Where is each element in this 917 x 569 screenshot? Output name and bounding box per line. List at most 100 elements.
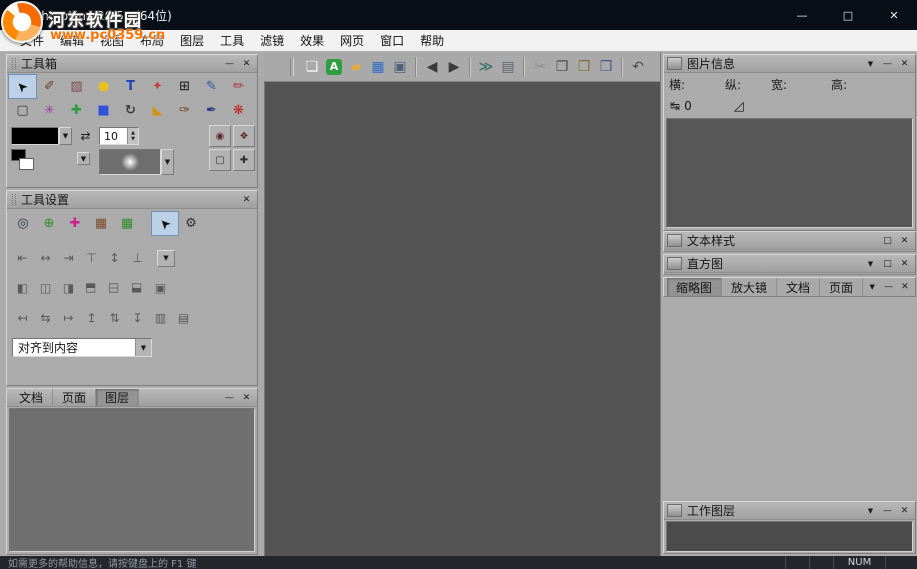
histogram-dropdown[interactable]: ▼ xyxy=(863,257,878,271)
menu-item[interactable]: 工具 xyxy=(212,30,252,51)
align-center-h-icon[interactable]: ↔ xyxy=(34,249,57,267)
tab-thumbnail[interactable]: 缩略图 xyxy=(667,278,723,296)
tab-page[interactable]: 页面 xyxy=(820,278,864,296)
browse-images-icon[interactable]: ▦ xyxy=(367,55,389,79)
text-style-restore-button[interactable]: □ xyxy=(880,234,895,248)
color-mode-dropdown[interactable]: ▼ xyxy=(77,152,90,165)
marquee-tool-icon[interactable]: ▢ xyxy=(9,99,36,122)
brush-size-input[interactable]: 10 ▲ ▼ xyxy=(99,127,139,145)
image-mode-icon[interactable]: ▦ xyxy=(88,212,114,235)
align-right-edge-icon[interactable]: ⇥ xyxy=(57,249,80,267)
align-objects-top-icon[interactable]: ◧ xyxy=(80,279,103,297)
align-objects-center-h-icon[interactable]: ◫ xyxy=(34,279,57,297)
pen-tool-icon[interactable]: ✎ xyxy=(198,75,225,98)
align-objects-right-icon[interactable]: ◨ xyxy=(57,279,80,297)
view-tabs-dropdown[interactable]: ▼ xyxy=(865,280,879,294)
select-mode-icon[interactable]: ➤ xyxy=(151,211,179,236)
minimize-button[interactable]: — xyxy=(779,0,825,30)
tab-page[interactable]: 页面 xyxy=(53,389,97,406)
align-mode-select[interactable]: 对齐到内容 ▼ xyxy=(12,338,152,357)
menu-item[interactable]: 编辑 xyxy=(52,30,92,51)
view-tabs-close-button[interactable]: ✕ xyxy=(898,280,912,294)
toolbar-grip[interactable] xyxy=(290,57,294,76)
rotate-tool-icon[interactable]: ↻ xyxy=(117,99,144,122)
align-objects-both-icon[interactable]: ▣ xyxy=(149,279,172,297)
brush-preview[interactable] xyxy=(99,149,161,175)
color-ball-tool-icon[interactable]: ● xyxy=(90,75,117,98)
color-picker-tool-icon[interactable]: ✚ xyxy=(63,99,90,122)
toolbox-close-button[interactable]: ✕ xyxy=(239,57,254,71)
align-top-edge-icon[interactable]: ⊤ xyxy=(80,249,103,267)
align-objects-bottom-icon[interactable]: ◨ xyxy=(126,279,149,297)
new-document-icon[interactable]: ❏ xyxy=(301,55,323,79)
snap-toggle-icon[interactable]: ✚ xyxy=(233,149,255,171)
new-image-icon[interactable]: A xyxy=(323,55,345,79)
work-layers-minimize-button[interactable]: — xyxy=(880,504,895,518)
target-mode-icon[interactable]: ⊕ xyxy=(36,212,62,235)
image-info-minimize-button[interactable]: — xyxy=(880,57,895,71)
brush-tool-icon[interactable]: ✑ xyxy=(171,99,198,122)
align-left-edge-icon[interactable]: ⇤ xyxy=(11,249,34,267)
open-file-icon[interactable]: ▰ xyxy=(345,55,367,79)
settings-gear-icon[interactable]: ⚙ xyxy=(178,212,204,235)
magic-wand-tool-icon[interactable]: ✳ xyxy=(36,99,63,122)
image-info-dropdown[interactable]: ▼ xyxy=(863,57,878,71)
distribute-bottom-icon[interactable]: ↧ xyxy=(126,309,149,327)
back-icon[interactable]: ◀ xyxy=(421,55,443,79)
select-tool-icon[interactable]: ➤ xyxy=(8,74,37,99)
image-info-close-button[interactable]: ✕ xyxy=(897,57,912,71)
grid-mode-icon[interactable]: ▦ xyxy=(114,212,140,235)
transform-tool-icon[interactable]: ✦ xyxy=(144,75,171,98)
crop-tool-icon[interactable]: ⊞ xyxy=(171,75,198,98)
menu-item[interactable]: 帮助 xyxy=(412,30,452,51)
document-panel-minimize-button[interactable]: — xyxy=(222,391,237,405)
work-layers-close-button[interactable]: ✕ xyxy=(897,504,912,518)
menu-item[interactable]: 图层 xyxy=(172,30,212,51)
calligraphy-pen-tool-icon[interactable]: ✒ xyxy=(198,99,225,122)
view-tabs-minimize-button[interactable]: — xyxy=(881,280,895,294)
align-center-v-icon[interactable]: ↕ xyxy=(103,249,126,267)
menu-item[interactable]: 滤镜 xyxy=(252,30,292,51)
layer-visibility-toggle-icon[interactable]: ◉ xyxy=(209,125,231,147)
save-icon[interactable]: ▣ xyxy=(389,55,411,79)
distribute-h-icon[interactable]: ⇆ xyxy=(34,309,57,327)
histogram-close-button[interactable]: ✕ xyxy=(897,257,912,271)
toolbox-minimize-button[interactable]: — xyxy=(222,57,237,71)
distribute-right-icon[interactable]: ↦ xyxy=(57,309,80,327)
align-bottom-edge-icon[interactable]: ⊥ xyxy=(126,249,149,267)
paste-icon[interactable]: ❒ xyxy=(573,55,595,79)
brush-dropdown[interactable]: ▼ xyxy=(161,149,174,175)
undo-icon[interactable]: ↶ xyxy=(627,55,649,79)
tab-document[interactable]: 文档 xyxy=(777,278,821,296)
fill-layer-tool-icon[interactable]: ■ xyxy=(90,99,117,122)
maximize-button[interactable]: □ xyxy=(825,0,871,30)
align-mode-dropdown-icon[interactable]: ▼ xyxy=(135,339,151,356)
distribute-v-icon[interactable]: ⇅ xyxy=(103,309,126,327)
mask-visibility-toggle-icon[interactable]: ❖ xyxy=(233,125,255,147)
cross-mode-icon[interactable]: ✚ xyxy=(62,212,88,235)
print-icon[interactable]: ▤ xyxy=(497,55,519,79)
foreground-background-chips[interactable] xyxy=(11,149,37,173)
histogram-restore-button[interactable]: □ xyxy=(880,257,895,271)
menu-item[interactable]: 效果 xyxy=(292,30,332,51)
menu-item[interactable]: 窗口 xyxy=(372,30,412,51)
align-objects-left-icon[interactable]: ◧ xyxy=(11,279,34,297)
distribute-left-icon[interactable]: ↤ xyxy=(11,309,34,327)
brush-size-spinner[interactable]: ▲ ▼ xyxy=(127,128,138,144)
paste-as-icon[interactable]: ❒ xyxy=(595,55,617,79)
clone-stamp-tool-icon[interactable]: ▨ xyxy=(63,75,90,98)
menu-item[interactable]: 文件 xyxy=(12,30,52,51)
align-options-dropdown[interactable]: ▼ xyxy=(157,249,175,267)
space-evenly-v-icon[interactable]: ▤ xyxy=(172,309,195,327)
lasso-tool-icon[interactable]: ✐ xyxy=(36,75,63,98)
swap-colors-icon[interactable]: ⇄ xyxy=(76,127,95,145)
text-style-close-button[interactable]: ✕ xyxy=(897,234,912,248)
tab-layers[interactable]: 图层 xyxy=(96,389,140,406)
work-layers-dropdown[interactable]: ▼ xyxy=(863,504,878,518)
cut-icon[interactable]: ✂ xyxy=(529,55,551,79)
menu-item[interactable]: 视图 xyxy=(92,30,132,51)
bucket-fill-tool-icon[interactable]: ◣ xyxy=(144,99,171,122)
foreground-color-swatch[interactable] xyxy=(11,127,59,145)
copy-icon[interactable]: ❐ xyxy=(551,55,573,79)
outline-toggle-icon[interactable]: ▢ xyxy=(209,149,231,171)
